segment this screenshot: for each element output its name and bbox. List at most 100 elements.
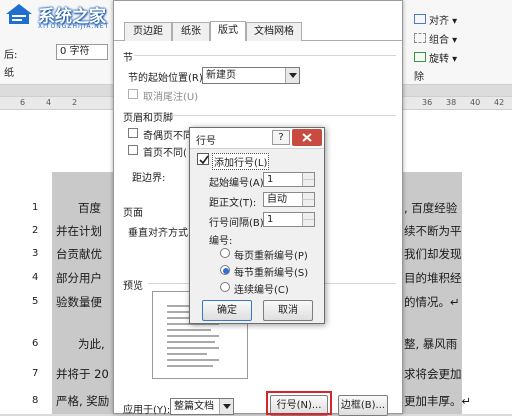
section-heading: 节 <box>123 53 133 64</box>
start-at-spinner[interactable]: 1 <box>263 172 315 187</box>
spin-down-icon[interactable] <box>302 179 314 186</box>
from-edge-label: 距边界: <box>132 173 166 184</box>
from-text-value: 自动 <box>267 194 287 205</box>
help-button[interactable]: ? <box>272 130 290 145</box>
continuous-label: 连续编号(C) <box>234 285 289 296</box>
apply-to-select[interactable]: 整篇文档 <box>170 398 234 415</box>
text-fragment: 台贡献优 <box>56 247 102 261</box>
close-icon <box>302 133 312 142</box>
divider <box>172 115 396 116</box>
restart-each-section-radio[interactable] <box>220 265 230 275</box>
line-number: 3 <box>32 248 39 259</box>
line-number: 7 <box>32 368 39 379</box>
text-fragment: 验数量便 <box>56 295 102 309</box>
house-logo-icon <box>6 4 32 24</box>
ribbon-label: 后: <box>4 50 18 61</box>
text-fragment: 严格, 奖励 <box>56 394 110 408</box>
line-number: 5 <box>32 296 39 307</box>
spin-down-icon[interactable] <box>302 199 314 206</box>
borders-button[interactable]: 边框(B)... <box>338 395 388 416</box>
from-text-spinner[interactable]: 自动 <box>263 192 315 207</box>
ruler-tick: 36 <box>422 98 433 107</box>
close-button[interactable] <box>292 129 322 146</box>
align-icon <box>414 14 426 24</box>
count-by-value: 1 <box>267 214 274 225</box>
dialog-title: 行号 <box>196 136 216 147</box>
start-at-label: 起始编号(A): <box>209 178 268 189</box>
ruler-tick: 42 <box>494 98 505 107</box>
tab-bar: 页边距 纸张 版式 文档网格 <box>114 19 402 41</box>
text-fragment: 部分用户 <box>56 271 102 285</box>
tab-paper[interactable]: 纸张 <box>172 22 210 41</box>
line-number: 2 <box>32 225 39 236</box>
first-page-label: 首页不同( <box>143 148 187 159</box>
chevron-down-icon <box>219 399 233 414</box>
spin-down-icon[interactable] <box>302 219 314 226</box>
restart-each-section-label: 每节重新编号(S) <box>234 268 309 279</box>
line-number: 8 <box>32 395 39 406</box>
from-text-label: 距正文(T): <box>209 198 257 209</box>
text-fragment: 整, 暴风雨 <box>404 337 458 351</box>
text-fragment: 并在计划 <box>56 224 102 238</box>
ruler-tick: 4 <box>46 98 52 107</box>
headers-footers-heading: 页眉和页脚 <box>123 113 173 124</box>
text-fragment: 更加丰厚。↵ <box>404 394 472 408</box>
chevron-down-icon <box>285 68 299 83</box>
tab-margins[interactable]: 页边距 <box>124 22 172 41</box>
add-line-numbers-label: 添加行号(L) <box>212 153 270 170</box>
ruler-tick: 6 <box>20 98 26 107</box>
tab-document-grid[interactable]: 文档网格 <box>246 22 302 41</box>
text-fragment: 的情况。↵ <box>404 295 460 309</box>
ok-button[interactable]: 确定 <box>202 300 252 321</box>
group-icon <box>414 33 426 43</box>
text-fragment: 我们却发现 <box>404 247 462 261</box>
line-numbers-dialog: 行号 ? 添加行号(L) 起始编号(A): 1 距正文(T): 自动 行号间隔(… <box>189 127 325 324</box>
page-heading: 页面 <box>123 208 143 219</box>
continuous-radio[interactable] <box>220 282 230 292</box>
spacing-after-input[interactable]: 0 字符 <box>56 44 108 60</box>
line-number: 6 <box>32 338 39 349</box>
apply-to-value: 整篇文档 <box>174 401 214 412</box>
restart-each-page-radio[interactable] <box>220 248 230 258</box>
section-start-label: 节的起始位置(R): <box>128 73 207 84</box>
watermark-domain: XITONGZHIJIA.NET <box>38 23 110 30</box>
section-start-value: 新建页 <box>206 70 236 81</box>
restart-each-page-label: 每页重新编号(P) <box>234 251 308 262</box>
ruler-tick: 40 <box>470 98 481 107</box>
text-fragment: 百度​ <box>78 201 101 215</box>
divider <box>134 55 396 56</box>
tab-layout[interactable]: 版式 <box>210 21 246 41</box>
ruler-tick: 2 <box>72 98 78 107</box>
line-number: 1 <box>32 202 39 213</box>
text-fragment: , 百度经验 <box>404 201 458 215</box>
preview-heading: 预览 <box>123 281 143 292</box>
suppress-endnotes-checkbox[interactable] <box>128 89 138 99</box>
rotate-label: 旋转 <box>429 54 449 65</box>
first-page-checkbox[interactable] <box>128 145 138 155</box>
count-by-label: 行号间隔(B): <box>209 218 268 229</box>
align-menu[interactable]: 对齐 ▾ <box>414 12 457 27</box>
add-line-numbers-checkbox[interactable] <box>197 153 209 165</box>
rotate-menu[interactable]: 旋转 ▾ <box>414 50 457 65</box>
group-menu[interactable]: 组合 ▾ <box>414 31 457 46</box>
highlight-box <box>266 391 332 415</box>
text-fragment: 为此, <box>78 337 105 351</box>
count-by-spinner[interactable]: 1 <box>263 212 315 227</box>
group-label: 组合 <box>429 35 449 46</box>
odd-even-checkbox[interactable] <box>128 128 138 138</box>
ribbon-label: 纸 <box>4 68 14 79</box>
ruler-tick: 38 <box>446 98 457 107</box>
align-label: 对齐 <box>429 16 449 27</box>
text-fragment: 求将会更加 <box>404 367 462 381</box>
vertical-align-label: 垂直对齐方式 <box>128 228 188 239</box>
text-fragment: 并将于 20 <box>56 367 109 381</box>
text-fragment: 续不断为平 <box>404 224 462 238</box>
cancel-button[interactable]: 取消 <box>263 300 313 321</box>
section-start-select[interactable]: 新建页 <box>202 67 300 84</box>
rotate-icon <box>414 52 426 62</box>
line-number: 4 <box>32 272 39 283</box>
ribbon-label: 除 <box>414 72 424 83</box>
help-icon: ? <box>278 132 284 143</box>
odd-even-label: 奇偶页不同 <box>143 131 193 142</box>
start-at-value: 1 <box>267 174 274 185</box>
